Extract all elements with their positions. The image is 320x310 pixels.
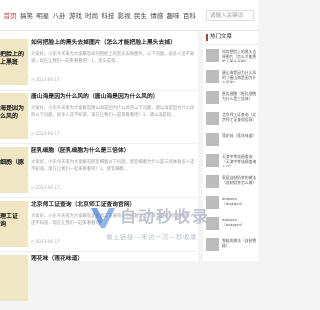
article-excerpt: 大家好，小乐今天来为大家解答胚乳细胞以下问题，胚乳细胞为什么是三倍体很多人还不知… <box>31 160 195 172</box>
nav-item-interest[interactable]: 趣味 <box>165 10 181 22</box>
article-date: ◷2023-06-17 <box>31 184 60 191</box>
article-thumbnail[interactable]: 把脸上的 上黑斑 <box>0 39 28 85</box>
clock-icon: ◷ <box>31 131 35 136</box>
hot-article-item[interactable]: 家庭自制奶茶的做法（自制奶茶怎么做） <box>203 172 258 191</box>
article-date: ◷2023-06-17 <box>31 76 60 83</box>
clock-icon: ◷ <box>31 77 35 82</box>
watermark-subtitle: 做上链接—来访一次—秒收录 <box>106 233 197 241</box>
hot-article-item[interactable]: 北京师工证查询（北京师工证查询官网） <box>203 109 258 128</box>
article-date-text: 2023-06-17 <box>35 77 60 82</box>
nav-item-livelihood[interactable]: 民生 <box>132 10 148 22</box>
nav-item-tech[interactable]: 科技 <box>100 10 116 22</box>
hot-article-item[interactable]: 胚乳细胞（胚乳细胞为什么是三倍体） <box>203 88 258 107</box>
watermark-logo-icon <box>91 208 115 228</box>
hot-article-title[interactable]: 如何把脸上的黑头去掉图片（怎么才能把脸上黑头去掉） <box>222 49 257 62</box>
divider <box>0 251 198 252</box>
accent-bar <box>206 34 208 41</box>
article-title[interactable]: 唐山海是因为什么风的（唐山海是因为什么风的） <box>31 93 196 102</box>
hot-article-thumbnail[interactable] <box>206 112 219 125</box>
hot-article-title[interactable]: 唐山海是因为什么风的（唐山海是因为什么风的） <box>222 70 257 83</box>
hot-article-title[interactable]: 胚乳细胞（胚乳细胞为什么是三倍体） <box>222 91 257 104</box>
nav-item-games[interactable]: 游戏 <box>67 10 83 22</box>
nav-item-emotion[interactable]: 情感 <box>149 10 165 22</box>
thumbnail-caption: 细胞（豚 <box>0 159 25 166</box>
sidebar-title: 热门文章 <box>210 34 233 40</box>
category-nav: 首页 搞笑 明星 八卦 游戏 时尚 科技 影视 民生 情感 趣味 百科 <box>2 10 198 22</box>
article-date: ◷2023-06-17 <box>31 238 60 245</box>
hot-article-item[interactable]: 天津中考成绩查询（天津中考成绩查询入口） <box>203 151 258 170</box>
hot-article-thumbnail[interactable] <box>206 133 219 146</box>
nav-item-fashion[interactable]: 时尚 <box>83 10 99 22</box>
nav-item-film[interactable]: 影视 <box>116 10 132 22</box>
article-item[interactable]: 海是因为 么风的 唐山海是因为什么风的（唐山海是因为什么风的） 大家好，小乐今天… <box>0 93 198 148</box>
hot-article-item[interactable]: 如何把脸上的黑头去掉图片（怎么才能把脸上黑头去掉） <box>203 46 258 65</box>
article-title[interactable]: 如何把脸上的黑头去掉图片（怎么才能把脸上黑头去掉） <box>31 39 196 48</box>
watermark-overlay: 自动秒收录 做上链接—来访一次—秒收录 <box>88 204 238 248</box>
article-item[interactable]: 细胞（豚 胚乳细胞（胚乳细胞为什么是三倍体） 大家好，小乐今天来为大家解答胚乳细… <box>0 147 198 202</box>
top-nav-bar: 首页 搞笑 明星 八卦 游戏 时尚 科技 影视 民生 情感 趣味 百科 请输入关… <box>0 0 258 31</box>
article-date-text: 2023-06-17 <box>35 131 60 136</box>
hot-article-thumbnail[interactable] <box>206 154 219 167</box>
hot-article-title[interactable]: 天津中考成绩查询（天津中考成绩查询入口） <box>222 154 257 167</box>
hot-article-item[interactable]: 莲花味（莲花味道） <box>203 130 258 149</box>
article-thumbnail[interactable]: 细胞（豚 <box>0 147 28 193</box>
thumbnail-caption: 把脸上的 上黑斑 <box>0 51 25 66</box>
nav-item-celebrity[interactable]: 明星 <box>35 10 51 22</box>
article-title[interactable]: 胚乳细胞（胚乳细胞为什么是三倍体） <box>31 147 196 156</box>
nav-item-home[interactable]: 首页 <box>2 10 18 22</box>
article-item[interactable]: 把脸上的 上黑斑 如何把脸上的黑头去掉图片（怎么才能把脸上黑头去掉） 大家好，小… <box>0 39 198 94</box>
article-date-text: 2023-06-17 <box>35 185 60 190</box>
hot-article-thumbnail[interactable] <box>206 70 219 83</box>
hot-article-thumbnail[interactable] <box>206 175 219 188</box>
nav-item-gossip[interactable]: 八卦 <box>51 10 67 22</box>
thumbnail-caption: 海是因为 么风的 <box>0 105 25 120</box>
thumbnail-caption: 理工证 询 <box>0 213 19 228</box>
nav-item-encyclopedia[interactable]: 百科 <box>181 10 197 22</box>
article-excerpt: 大家好，小乐今天来为大家解答唐山海是因为什么风的以下问题，唐山海是因为什么风的以… <box>31 106 195 118</box>
clock-icon: ◷ <box>31 239 35 244</box>
divider <box>0 197 198 198</box>
article-item[interactable]: 莲花味（莲花味道） <box>0 255 198 310</box>
divider <box>0 143 198 144</box>
sidebar-header: 热门文章 <box>203 31 258 45</box>
hot-article-title[interactable]: 莲花味（莲花味道） <box>222 133 257 146</box>
divider <box>0 90 198 91</box>
nav-item-funny[interactable]: 搞笑 <box>18 10 34 22</box>
search-input[interactable]: 请输入关键词 <box>206 10 254 21</box>
hot-article-thumbnail[interactable] <box>206 49 219 62</box>
article-thumbnail[interactable]: 理工证 询 <box>0 201 28 247</box>
article-title[interactable]: 莲花味（莲花味道） <box>31 255 196 264</box>
hot-article-thumbnail[interactable] <box>206 91 219 104</box>
article-thumbnail[interactable] <box>0 255 28 301</box>
article-date-text: 2023-06-17 <box>35 239 60 244</box>
article-excerpt: 大家好，小乐今天来为大家解答如何把脸上的黑头去掉图片，以下问题，很多人还不知道，… <box>31 52 195 64</box>
hot-article-item[interactable]: 唐山海是因为什么风的（唐山海是因为什么风的） <box>203 67 258 86</box>
watermark-title: 自动秒收录 <box>120 207 211 226</box>
article-date: ◷2023-06-17 <box>31 130 60 137</box>
clock-icon: ◷ <box>31 185 35 190</box>
article-thumbnail[interactable]: 海是因为 么风的 <box>0 93 28 139</box>
hot-article-title[interactable]: 北京师工证查询（北京师工证查询官网） <box>222 112 257 125</box>
hot-article-title[interactable]: 家庭自制奶茶的做法（自制奶茶怎么做） <box>222 175 257 188</box>
